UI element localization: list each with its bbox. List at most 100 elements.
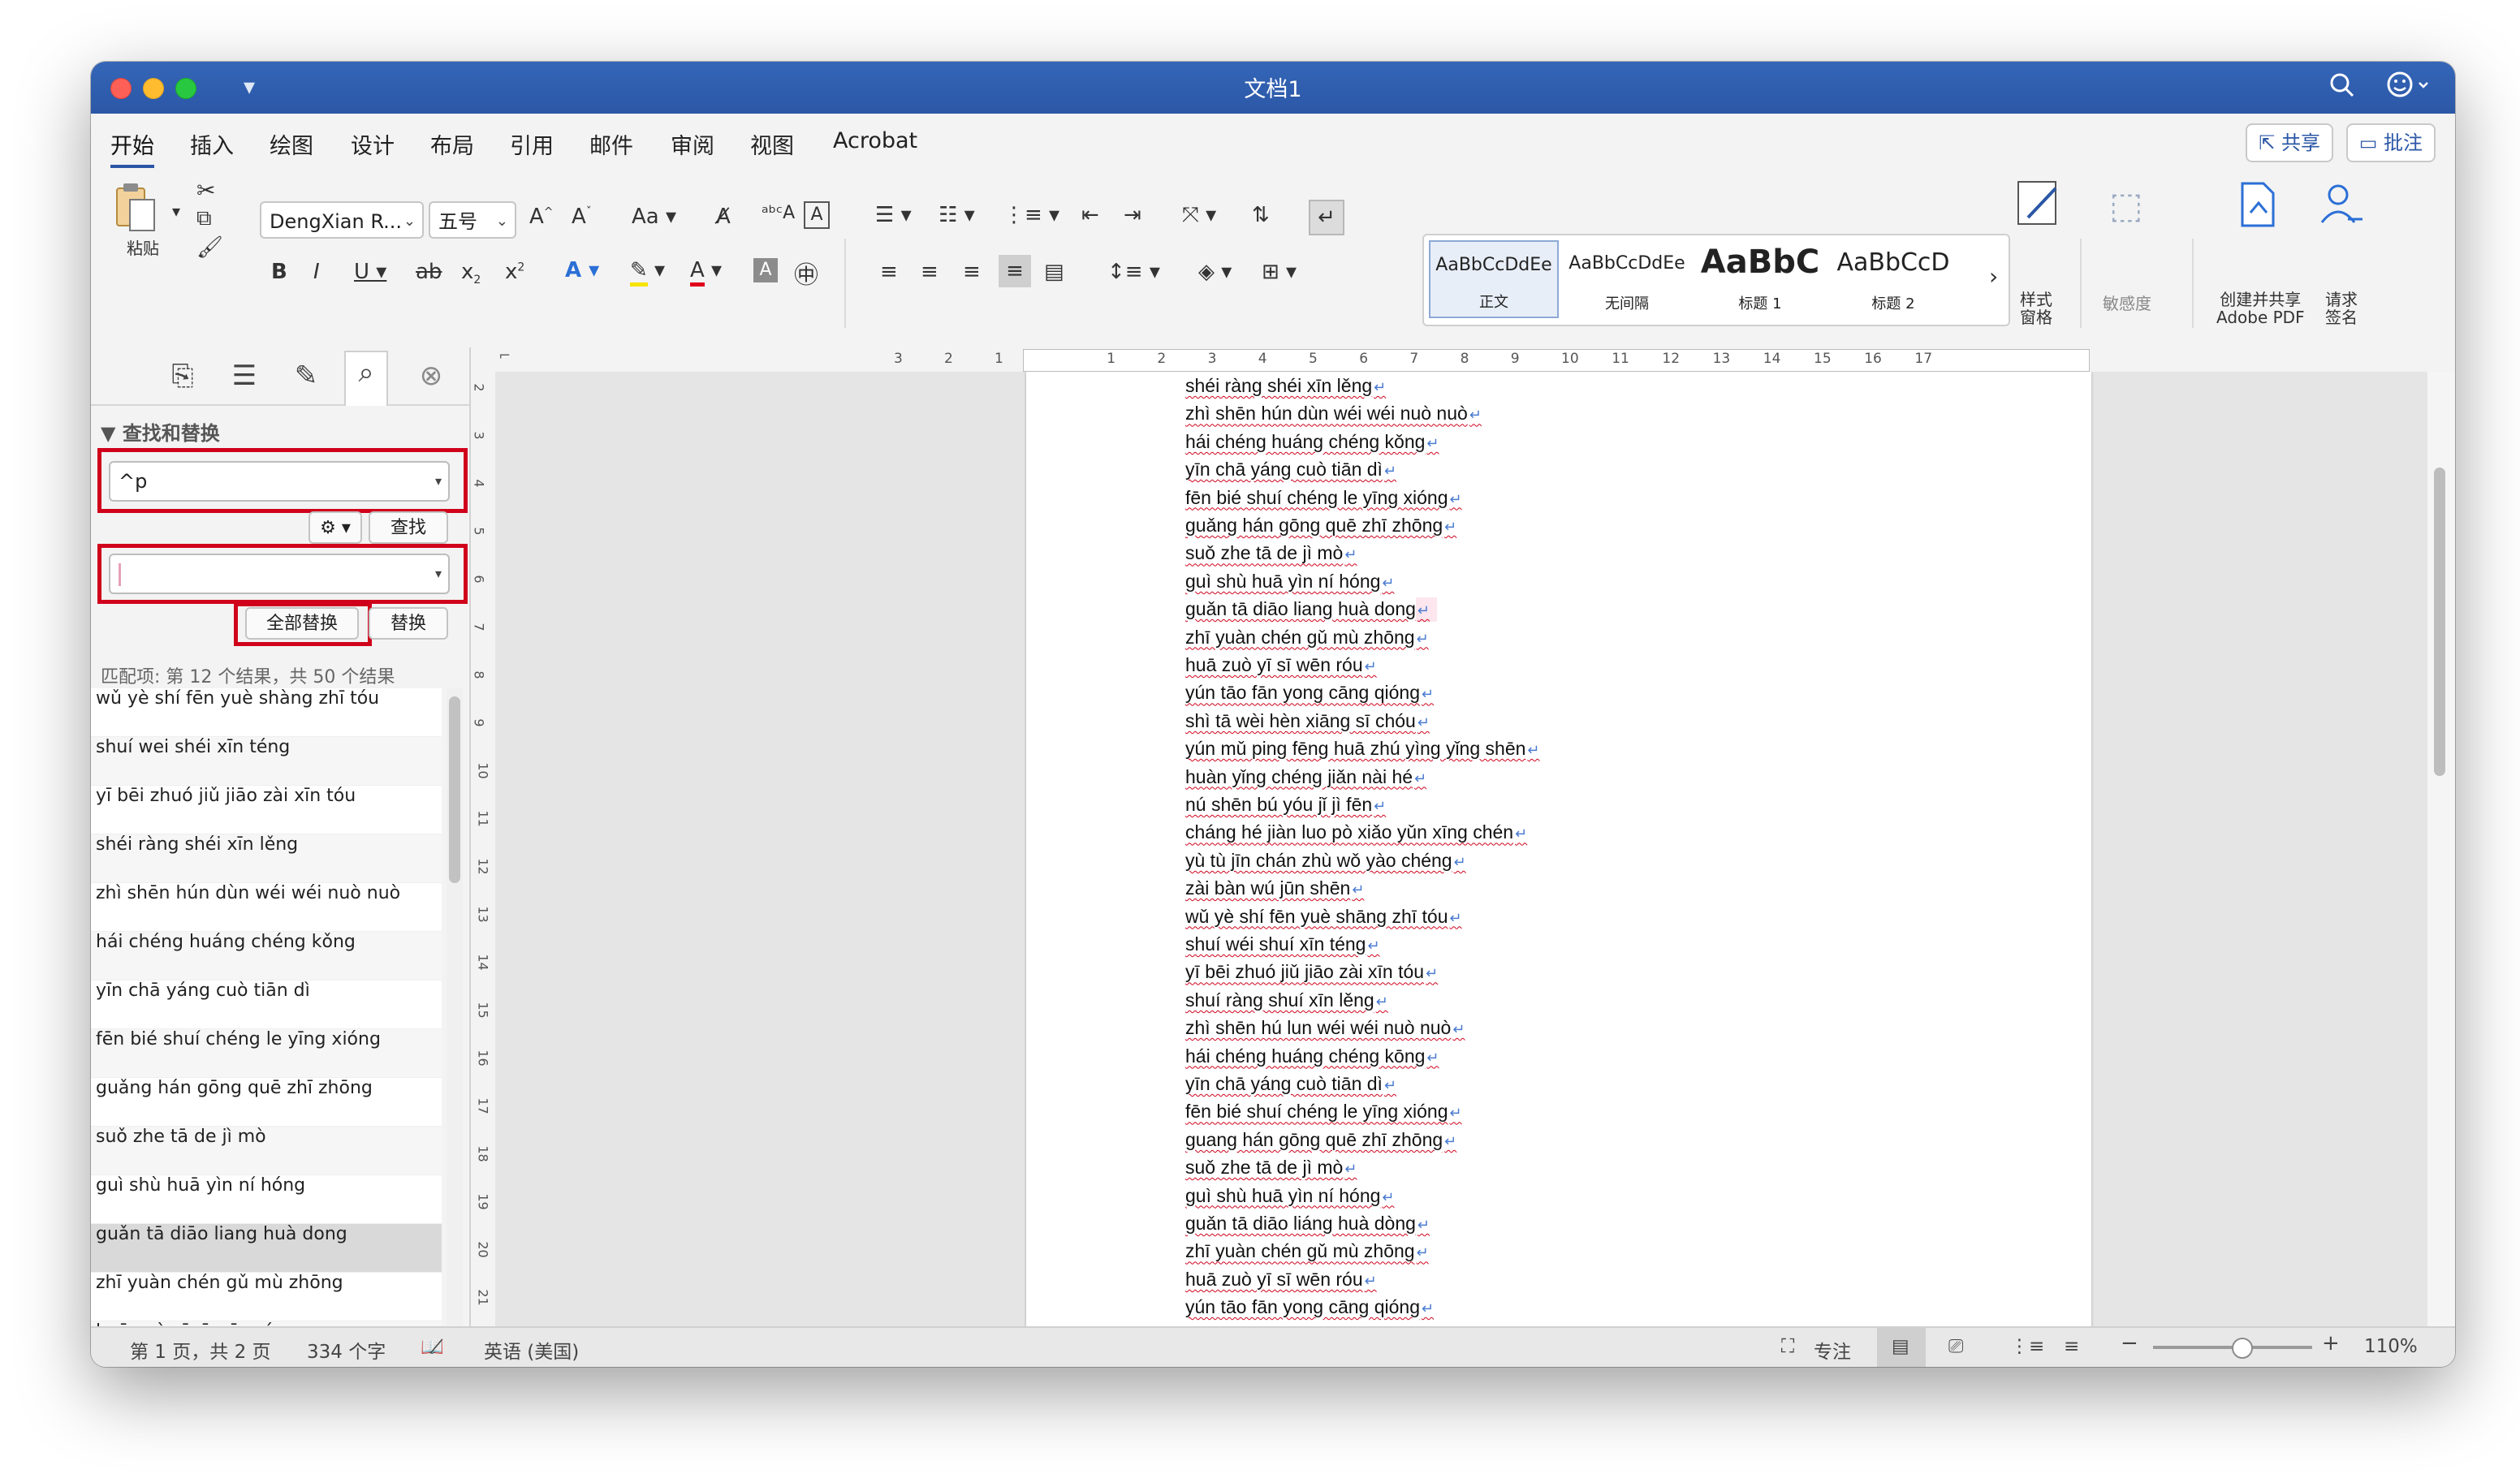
- search-result-item[interactable]: yī bēi zhuó jiǔ jiāo zài xīn tóu: [91, 786, 442, 834]
- document-line[interactable]: hái chéng huáng chéng kǒng ↵: [1185, 431, 1439, 453]
- search-result-item[interactable]: suǒ zhe tā de jì mò: [91, 1127, 442, 1175]
- horizontal-ruler[interactable]: ⌐ 3 2 1 1 2 3 4 5 6 7 8 9 10 11 12 13 14 15 16 17: [495, 347, 2455, 373]
- italic-icon[interactable]: I: [313, 260, 320, 284]
- search-result-item[interactable]: wǔ yè shí fēn yuè shàng zhī tóu: [91, 688, 442, 737]
- phonetic-guide-icon[interactable]: ᵃᵇᶜA: [762, 203, 795, 223]
- document-line[interactable]: guǎng hán gōng quē zhī zhōng ↵: [1185, 515, 1456, 537]
- zoom-knob[interactable]: [2231, 1338, 2253, 1359]
- document-page[interactable]: shéi ràng shéi xīn lěng ↵ zhì shēn hún dùn…: [1026, 372, 2091, 1328]
- replace-button[interactable]: 替换: [369, 607, 448, 640]
- search-result-item[interactable]: shéi ràng shéi xīn lěng: [91, 834, 442, 883]
- document-line[interactable]: nú shēn bú yóu jǐ jì fēn ↵: [1185, 794, 1386, 816]
- comments-button[interactable]: ▭ 批注: [2345, 123, 2436, 162]
- search-result-item[interactable]: zhì shēn hún dùn wéi wéi nuò nuò: [91, 883, 442, 932]
- document-line[interactable]: zhì shēn hú lun wéi wéi nuò nuò ↵: [1185, 1017, 1465, 1039]
- align-center-icon[interactable]: ≡: [921, 260, 939, 284]
- tab-view[interactable]: 视图: [750, 128, 794, 160]
- document-line[interactable]: yīn chā yáng cuò tiān dì ↵: [1185, 459, 1396, 481]
- document-line[interactable]: yīn chā yáng cuò tiān dì ↵: [1185, 1073, 1396, 1095]
- language-status[interactable]: 英语 (美国): [484, 1336, 579, 1364]
- shading-icon[interactable]: ◈ ▾: [1198, 260, 1232, 284]
- enclose-characters-icon[interactable]: ㊥: [794, 255, 818, 291]
- replace-all-button[interactable]: 全部替换: [245, 607, 359, 640]
- document-line[interactable]: fēn bié shuí chéng le yīng xióng ↵: [1185, 487, 1462, 509]
- document-line[interactable]: huā zuò yī sī wēn róu ↵: [1185, 1269, 1377, 1291]
- document-line[interactable]: zài bàn wú jūn shēn ↵: [1185, 877, 1364, 899]
- outline-view-icon[interactable]: ⋮≡: [2010, 1336, 2044, 1357]
- draft-view-icon[interactable]: ≡: [2064, 1336, 2079, 1357]
- focus-label[interactable]: 专注: [1814, 1336, 1851, 1364]
- search-result-item[interactable]: zhī yuàn chén gǔ mù zhōng: [91, 1273, 442, 1321]
- share-button[interactable]: ⇱ 共享: [2246, 123, 2333, 162]
- zoom-in-button[interactable]: +: [2322, 1331, 2340, 1355]
- asian-layout-icon[interactable]: ⤧ ▾: [1182, 203, 1216, 228]
- font-name-combo[interactable]: DengXian R... ⌄: [260, 201, 424, 239]
- headings-icon[interactable]: ✎: [286, 356, 326, 396]
- document-line[interactable]: wǔ yè shí fēn yuè shāng zhī tóu ↵: [1185, 906, 1462, 928]
- proofing-icon[interactable]: 📖̸: [421, 1336, 444, 1358]
- sensitivity-icon[interactable]: ⬚: [2109, 185, 2143, 226]
- document-line[interactable]: guì shù huā yìn ní hóng ↵: [1185, 1185, 1395, 1207]
- tab-review[interactable]: 审阅: [671, 128, 714, 160]
- document-line[interactable]: yún tāo fān yong cāng qióng ↵: [1185, 1296, 1434, 1318]
- font-color-icon[interactable]: A ▾: [690, 258, 722, 287]
- document-line[interactable]: shuí wéi shuí xīn téng ↵: [1185, 933, 1380, 955]
- strikethrough-icon[interactable]: ab: [416, 260, 442, 284]
- search-result-item[interactable]: yīn chā yáng cuò tiān dì: [91, 981, 442, 1029]
- page-count[interactable]: 第 1 页，共 2 页: [130, 1336, 271, 1364]
- replace-input[interactable]: ▾: [109, 554, 450, 594]
- subscript-icon[interactable]: x2: [461, 260, 481, 287]
- numbering-icon[interactable]: ☷ ▾: [939, 203, 975, 227]
- document-scroll-thumb[interactable]: [2434, 468, 2445, 776]
- search-result-item[interactable]: hái chéng huáng chéng kǒng: [91, 932, 442, 981]
- bold-icon[interactable]: B: [271, 260, 287, 284]
- shrink-font-icon[interactable]: Aˇ: [572, 205, 592, 229]
- document-line[interactable]: suǒ zhe tā de jì mò ↵: [1185, 542, 1357, 564]
- document-line[interactable]: yún mǔ ping fēng huā zhú yìng yǐng shēn ↵: [1185, 738, 1540, 760]
- document-line[interactable]: shéi ràng shéi xīn lěng ↵: [1185, 375, 1386, 397]
- document-line[interactable]: yún tāo fān yong cāng qióng ↵: [1185, 682, 1434, 704]
- borders-icon[interactable]: ⊞ ▾: [1262, 260, 1297, 284]
- document-line[interactable]: zhī yuàn chén gǔ mù zhōng ↵: [1185, 1240, 1429, 1262]
- document-canvas[interactable]: shéi ràng shéi xīn lěng ↵ zhì shēn hún dùn…: [495, 372, 2427, 1328]
- style-heading-2[interactable]: AaBbCcD 标题 2: [1828, 240, 1958, 318]
- tab-references[interactable]: 引用: [510, 128, 554, 160]
- style-no-spacing[interactable]: AaBbCcDdEe 无间隔: [1562, 240, 1692, 318]
- sort-icon[interactable]: ⇅: [1252, 203, 1270, 227]
- zoom-out-button[interactable]: −: [2121, 1331, 2138, 1355]
- web-layout-icon[interactable]: ⎚: [1948, 1336, 1963, 1357]
- document-line[interactable]: guang hán gōng quē zhī zhōng ↵: [1185, 1129, 1456, 1151]
- align-right-icon[interactable]: ≡: [963, 260, 981, 284]
- chevron-right-icon[interactable]: ›: [1989, 263, 1998, 290]
- document-scrollbar[interactable]: [2427, 372, 2455, 1328]
- search-icon[interactable]: [2328, 68, 2356, 108]
- distributed-icon[interactable]: ▤: [1044, 260, 1064, 284]
- justify-icon[interactable]: ≡: [999, 255, 1031, 287]
- paste-icon[interactable]: [112, 180, 161, 243]
- align-left-icon[interactable]: ≡: [880, 260, 898, 284]
- search-results-list[interactable]: wǔ yè shí fēn yuè shàng zhī tóu shuí wei …: [91, 688, 442, 1328]
- tab-layout[interactable]: 布局: [430, 128, 474, 160]
- document-line[interactable]: huā zuò yī sī wēn róu ↵: [1185, 654, 1377, 676]
- paste-dropdown-icon[interactable]: ▾: [172, 201, 180, 221]
- grow-font-icon[interactable]: A^: [529, 205, 554, 229]
- style-normal[interactable]: AaBbCcDdEe 正文: [1429, 240, 1559, 318]
- document-line[interactable]: hái chéng huáng chéng kōng ↵: [1185, 1045, 1439, 1067]
- show-paragraph-marks-icon[interactable]: ↵: [1309, 200, 1344, 235]
- highlight-icon[interactable]: ✎ ▾: [630, 258, 665, 287]
- superscript-icon[interactable]: x2: [505, 260, 524, 284]
- styles-pane-icon[interactable]: [2013, 179, 2065, 233]
- search-options-button[interactable]: ⚙ ▾: [309, 511, 362, 544]
- thumbnails-icon[interactable]: ⎘: [162, 356, 203, 396]
- create-share-pdf-icon[interactable]: [2234, 180, 2280, 235]
- font-size-combo[interactable]: 五号 ⌄: [429, 201, 516, 239]
- underline-icon[interactable]: U ▾: [354, 260, 386, 284]
- search-result-item[interactable]: guǎng hán gōng quē zhī zhōng: [91, 1078, 442, 1127]
- multilevel-list-icon[interactable]: ⋮≡ ▾: [1003, 203, 1059, 227]
- tab-mailings[interactable]: 邮件: [589, 128, 633, 160]
- search-result-item[interactable]: shuí wei shéi xīn téng: [91, 737, 442, 786]
- character-border-icon[interactable]: A: [804, 201, 830, 229]
- document-line[interactable]: huàn yǐng chéng jiǎn nài hé ↵: [1185, 766, 1426, 788]
- smiley-feedback-icon[interactable]: [2385, 68, 2431, 108]
- increase-indent-icon[interactable]: ⇥: [1124, 203, 1141, 227]
